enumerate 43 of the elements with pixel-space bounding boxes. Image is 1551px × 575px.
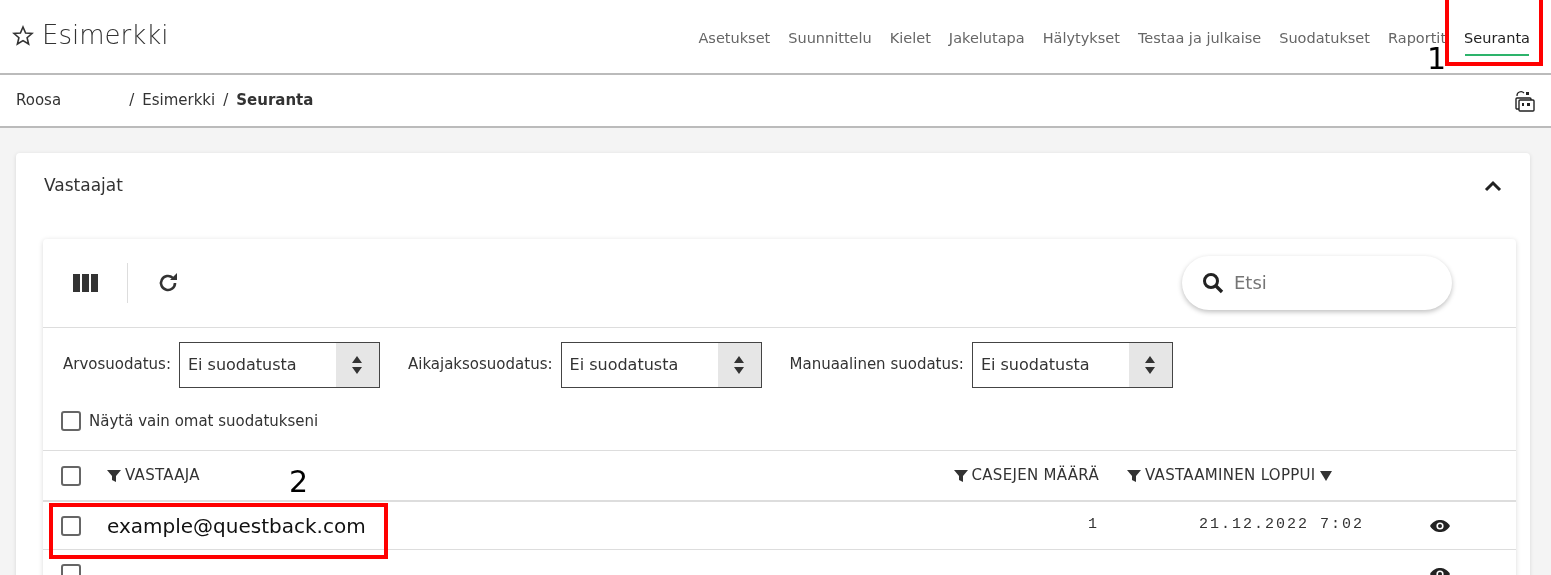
checkbox-label: Näytä vain omat suodatukseni bbox=[89, 410, 319, 432]
filter-select[interactable]: Ei suodatusta bbox=[971, 341, 1173, 388]
nav-tab[interactable]: Hälytykset bbox=[1033, 22, 1129, 56]
breadcrumb-link[interactable]: Esimerkki bbox=[142, 89, 216, 112]
column-header[interactable]: CASEJEN MÄÄRÄ bbox=[953, 464, 1099, 487]
breadcrumb-current: Seuranta bbox=[236, 90, 314, 112]
nav-tab[interactable]: Suodatukset bbox=[1270, 22, 1379, 56]
filter-select[interactable]: Ei suodatusta bbox=[178, 341, 380, 388]
nav-tab[interactable]: Asetukset bbox=[689, 22, 780, 56]
nav-tab[interactable]: Kielet bbox=[880, 22, 940, 56]
filter-icon[interactable] bbox=[953, 468, 968, 483]
filter-icon[interactable] bbox=[107, 468, 121, 483]
annotation-number: 1 bbox=[1427, 44, 1447, 74]
nav-tab[interactable]: Seuranta bbox=[1455, 22, 1539, 56]
column-header[interactable]: VASTAAJA bbox=[107, 464, 200, 487]
breadcrumb-separator: / bbox=[223, 90, 229, 112]
star-icon[interactable] bbox=[12, 24, 34, 47]
nav-tab[interactable]: Jakelutapa bbox=[939, 22, 1034, 56]
nav-tab[interactable]: Testaa ja julkaise bbox=[1128, 22, 1271, 56]
panel-title: Vastaajat bbox=[44, 174, 123, 197]
annotation-number: 2 bbox=[289, 466, 309, 497]
table-cell-text: 21.12.2022 7:02 bbox=[1198, 515, 1364, 536]
breadcrumb-separator: / bbox=[129, 90, 135, 112]
nav-tab[interactable]: Suunnittelu bbox=[779, 22, 881, 56]
breadcrumb-link[interactable]: Roosa bbox=[16, 89, 62, 112]
chevron-icon[interactable] bbox=[1484, 179, 1502, 192]
translate-icon[interactable] bbox=[1513, 89, 1535, 112]
filter-label: Aikajaksosuodatus: bbox=[407, 354, 553, 376]
table-cell-text: example@questback.com bbox=[107, 512, 366, 540]
filter-label: Manuaalinen suodatus: bbox=[789, 354, 964, 376]
column-header[interactable]: VASTAAMINEN LOPPUI bbox=[1127, 464, 1332, 487]
columns-icon[interactable] bbox=[73, 272, 99, 293]
filter-icon[interactable] bbox=[1127, 468, 1141, 483]
eye-icon[interactable] bbox=[1429, 518, 1451, 533]
filter-label: Arvosuodatus: bbox=[63, 354, 171, 376]
checkbox[interactable] bbox=[61, 515, 81, 536]
page-title: Esimerkki bbox=[42, 19, 169, 52]
search-icon bbox=[1202, 271, 1224, 294]
checkbox[interactable] bbox=[61, 410, 81, 431]
filter-select[interactable]: Ei suodatusta bbox=[560, 341, 762, 388]
table-cell-text: 1 bbox=[1088, 515, 1099, 536]
search-field[interactable]: Etsi bbox=[1182, 255, 1452, 310]
checkbox[interactable] bbox=[61, 465, 81, 486]
